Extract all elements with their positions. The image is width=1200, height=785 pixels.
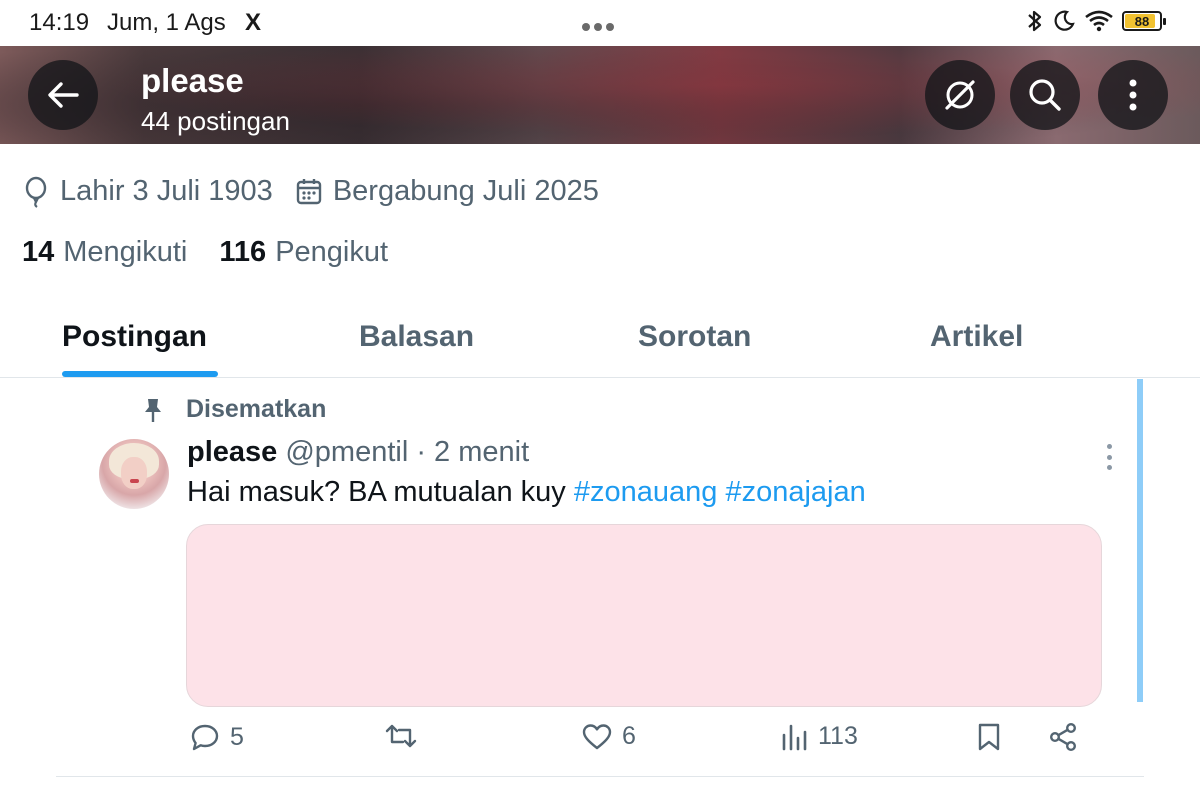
status-time: 14:19 bbox=[29, 9, 90, 36]
tab-balasan[interactable]: Balasan bbox=[359, 320, 474, 354]
status-bar: 14:19 Jum, 1 Ags X 88 bbox=[0, 0, 1200, 46]
grok-button[interactable] bbox=[925, 60, 995, 130]
post-divider bbox=[56, 776, 1144, 777]
moon-icon bbox=[1054, 10, 1075, 31]
joined-text: Bergabung Juli 2025 bbox=[332, 175, 599, 207]
following-label[interactable]: Mengikuti bbox=[63, 236, 187, 269]
followers-count[interactable]: 116 bbox=[219, 236, 266, 269]
post-author-handle[interactable]: @pmentil · 2 menit bbox=[285, 436, 529, 468]
post-more-button[interactable] bbox=[1099, 444, 1119, 470]
search-icon bbox=[1029, 79, 1061, 111]
pin-icon bbox=[145, 398, 161, 422]
pinned-label: Disematkan bbox=[142, 395, 326, 424]
share-button[interactable] bbox=[1048, 722, 1078, 752]
battery-icon: 88 bbox=[1122, 11, 1166, 31]
post-author-name[interactable]: please bbox=[187, 436, 277, 468]
bookmark-button[interactable] bbox=[976, 722, 1002, 752]
more-vertical-icon bbox=[1129, 79, 1137, 111]
back-button[interactable] bbox=[28, 60, 98, 130]
arrow-left-icon bbox=[48, 82, 79, 108]
post-text-plain: Hai masuk? BA mutualan kuy bbox=[187, 476, 574, 508]
tab-sorotan[interactable]: Sorotan bbox=[638, 320, 751, 354]
like-button[interactable]: 6 bbox=[582, 722, 636, 751]
x-app-icon: X bbox=[245, 9, 262, 36]
hashtag-zonajajan[interactable]: #zonajajan bbox=[725, 476, 865, 508]
header-name: please bbox=[141, 62, 244, 99]
reply-icon bbox=[191, 724, 219, 751]
wifi-icon bbox=[1085, 10, 1113, 32]
reply-button[interactable]: 5 bbox=[190, 722, 244, 752]
hashtag-zonauang[interactable]: #zonauang bbox=[574, 476, 718, 508]
repost-icon bbox=[385, 724, 417, 748]
tab-artikel[interactable]: Artikel bbox=[930, 320, 1023, 354]
joined-info: Bergabung Juli 2025 bbox=[295, 175, 599, 208]
profile-tabs: Postingan Balasan Sorotan Artikel bbox=[0, 300, 1200, 378]
profile-banner: please 44 postingan bbox=[0, 46, 1200, 144]
status-icons: 88 bbox=[1026, 9, 1166, 33]
views-chart-icon bbox=[782, 724, 807, 750]
views-button[interactable]: 113 bbox=[780, 722, 858, 751]
more-options-button[interactable] bbox=[1098, 60, 1168, 130]
follow-stats: 14 Mengikuti 116 Pengikut bbox=[22, 236, 420, 269]
views-count: 113 bbox=[818, 722, 858, 750]
profile-meta: Lahir 3 Juli 1903 Bergabung Juli 2025 bbox=[22, 175, 621, 208]
share-icon bbox=[1050, 723, 1077, 752]
header-post-count: 44 postingan bbox=[141, 106, 290, 136]
birthday-info: Lahir 3 Juli 1903 bbox=[22, 175, 273, 208]
birthday-text: Lahir 3 Juli 1903 bbox=[60, 175, 273, 207]
reply-count: 5 bbox=[230, 722, 244, 751]
post-highlight-bar bbox=[1137, 379, 1143, 702]
post-media[interactable] bbox=[186, 524, 1102, 707]
active-tab-indicator bbox=[62, 371, 218, 377]
heart-icon bbox=[582, 723, 612, 749]
post-header: please @pmentil · 2 menit bbox=[187, 436, 529, 469]
balloon-icon bbox=[25, 176, 47, 208]
grok-icon bbox=[945, 80, 975, 110]
pinned-text: Disematkan bbox=[186, 395, 327, 423]
avatar[interactable] bbox=[99, 439, 169, 509]
like-count: 6 bbox=[622, 722, 636, 750]
status-date: Jum, 1 Ags bbox=[107, 9, 226, 36]
repost-button[interactable] bbox=[385, 722, 417, 750]
followers-label[interactable]: Pengikut bbox=[275, 236, 388, 269]
bluetooth-icon bbox=[1028, 10, 1042, 32]
calendar-icon bbox=[296, 178, 322, 204]
search-button[interactable] bbox=[1010, 60, 1080, 130]
bookmark-icon bbox=[978, 723, 1000, 751]
tab-postingan[interactable]: Postingan bbox=[62, 320, 207, 354]
battery-level: 88 bbox=[1134, 13, 1150, 29]
following-count[interactable]: 14 bbox=[22, 236, 54, 269]
status-dots-icon bbox=[582, 18, 622, 31]
post-text: Hai masuk? BA mutualan kuy #zonauang #zo… bbox=[187, 476, 866, 509]
post-actions: 5 6 113 bbox=[0, 722, 1200, 766]
